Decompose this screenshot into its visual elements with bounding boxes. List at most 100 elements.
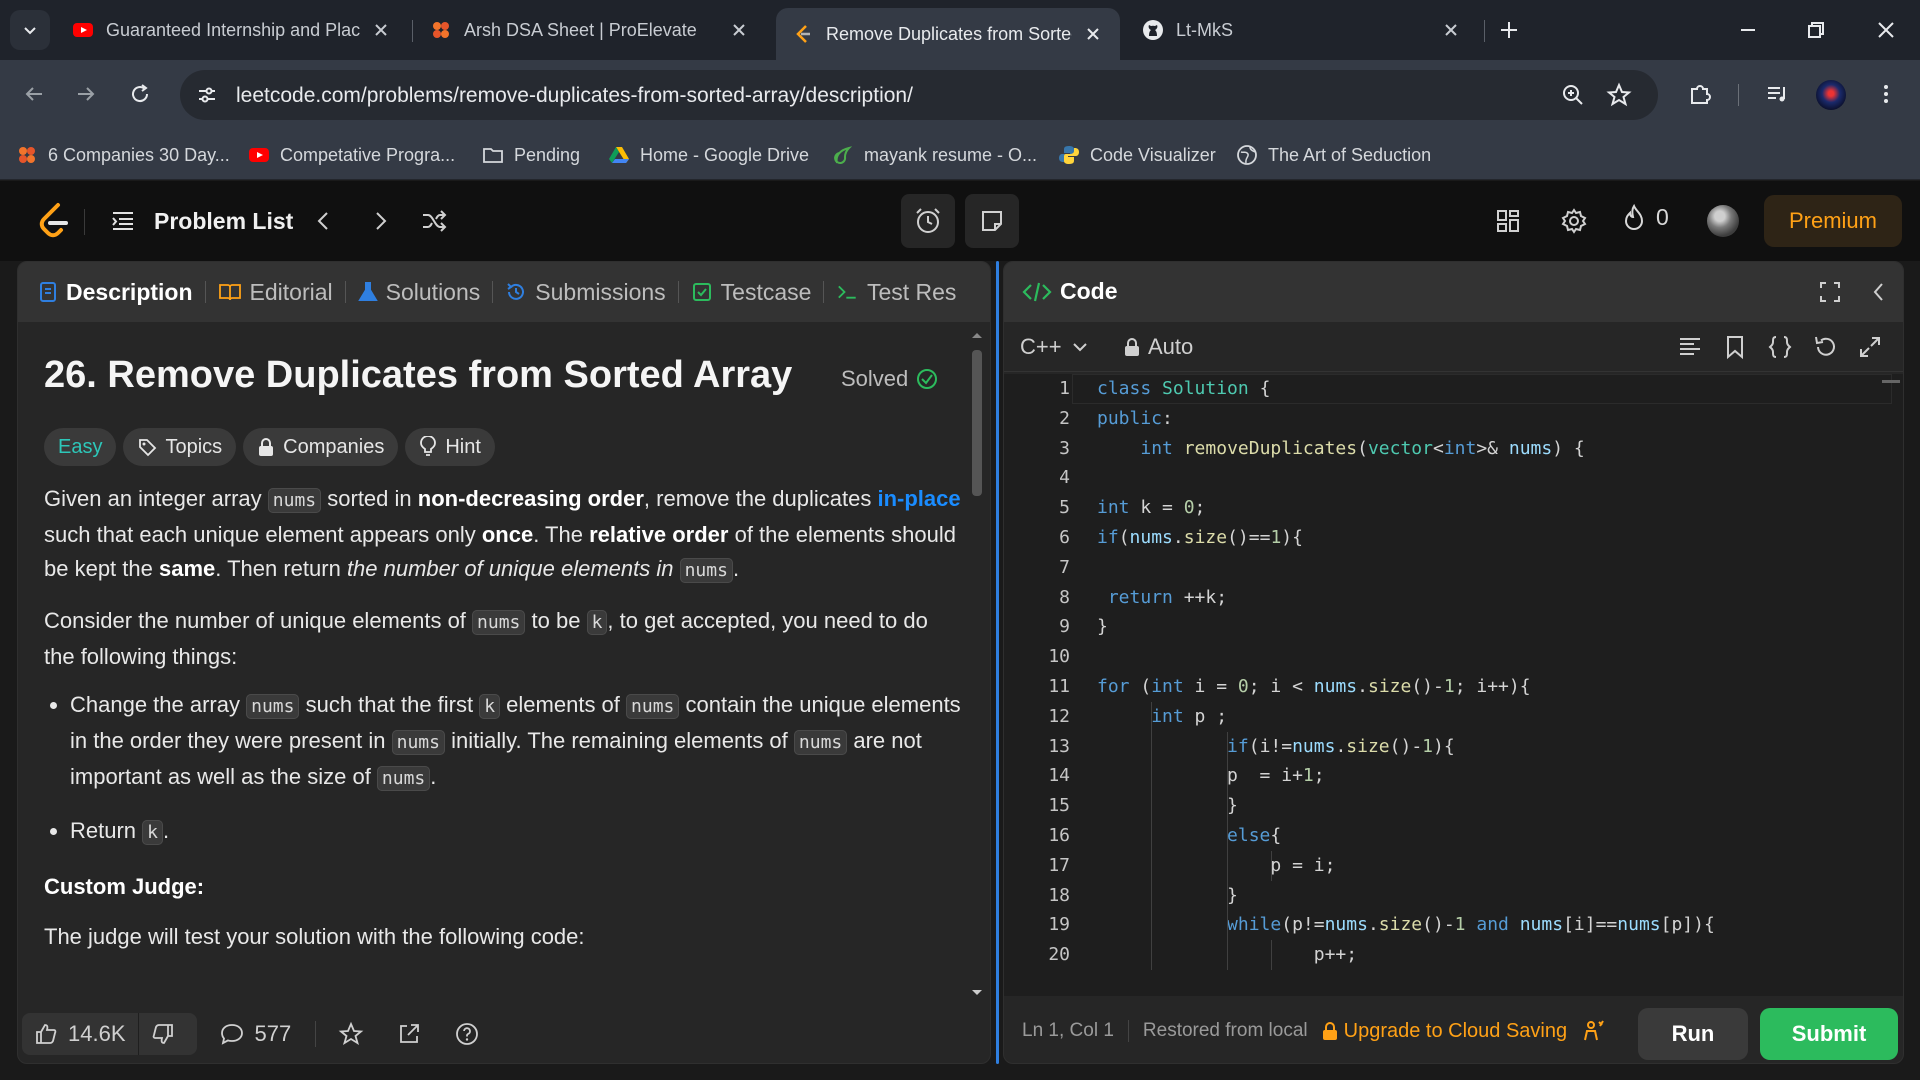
new-tab-icon[interactable] — [1493, 14, 1525, 46]
panel-resize-handle[interactable] — [996, 261, 999, 1064]
code-token: nums — [1129, 526, 1173, 548]
code-token: ( — [1118, 526, 1130, 548]
premium-button[interactable]: Premium — [1764, 195, 1902, 247]
prev-problem-button[interactable] — [306, 203, 342, 239]
companies-chip[interactable]: Companies — [243, 428, 399, 466]
next-problem-button[interactable] — [362, 203, 398, 239]
bookmark-item[interactable]: Code Visualizer — [1058, 142, 1216, 168]
difficulty-badge: Easy — [44, 428, 117, 466]
tab-submissions[interactable]: Submissions — [505, 279, 666, 306]
layout-button[interactable] — [1490, 203, 1526, 239]
close-icon[interactable] — [728, 19, 750, 41]
scroll-up-icon[interactable] — [968, 328, 986, 342]
in-place-link[interactable]: in-place — [877, 486, 960, 511]
share-button[interactable] — [396, 1021, 432, 1047]
user-avatar[interactable] — [1707, 205, 1739, 237]
site-info-icon[interactable] — [194, 82, 220, 108]
help-button[interactable] — [454, 1021, 490, 1047]
browser-tab-2[interactable]: Arsh DSA Sheet | ProElevate — [414, 8, 766, 52]
tab-testcase[interactable]: Testcase — [691, 278, 812, 306]
expand-icon[interactable] — [1857, 334, 1883, 360]
browser-tab-4[interactable]: Lt-MkS — [1126, 8, 1478, 52]
comments-button[interactable]: 577 — [219, 1021, 291, 1047]
tab-label: Description — [66, 278, 193, 305]
vote-box: 14.6K — [22, 1013, 197, 1055]
line-number: 13 — [1048, 735, 1070, 757]
settings-button[interactable] — [1556, 203, 1592, 239]
tab-editorial[interactable]: Editorial — [218, 279, 333, 306]
auto-mode-toggle[interactable]: Auto — [1124, 334, 1193, 360]
bookmark-star-icon[interactable] — [1606, 82, 1632, 108]
reload-button[interactable] — [122, 76, 158, 112]
upgrade-cloud-saving-link[interactable]: Upgrade to Cloud Saving — [1322, 1020, 1567, 1043]
toolbar-divider — [1738, 84, 1739, 106]
code-token: ()== — [1227, 526, 1271, 548]
language-select[interactable]: C++ — [1020, 334, 1090, 360]
hint-chip[interactable]: Hint — [405, 428, 495, 466]
scrollbar-thumb[interactable] — [972, 350, 982, 496]
problem-list-button[interactable]: Problem List — [110, 203, 293, 239]
restore-icon[interactable] — [1800, 14, 1832, 46]
browser-menu-button[interactable] — [1868, 76, 1904, 112]
format-icon[interactable] — [1677, 334, 1703, 360]
notes-button[interactable] — [965, 194, 1019, 248]
code-icon — [1022, 282, 1052, 301]
forward-button[interactable] — [68, 76, 104, 112]
tab-test-result[interactable]: Test Res — [836, 279, 956, 306]
code-token: nums — [1292, 735, 1336, 757]
close-window-icon[interactable] — [1870, 14, 1902, 46]
tab-solutions[interactable]: Solutions — [357, 279, 480, 306]
line-number: 14 — [1048, 765, 1070, 787]
bookmark-icon[interactable] — [1722, 334, 1748, 360]
reset-icon[interactable] — [1812, 334, 1838, 360]
collapse-icon[interactable] — [1867, 279, 1891, 305]
code-token: 1 — [1422, 735, 1434, 757]
streak-counter[interactable]: 0 — [1620, 203, 1669, 231]
bookmark-item[interactable]: mayank resume - O... — [832, 142, 1037, 168]
braces-icon[interactable] — [1767, 334, 1793, 360]
focus-mode-icon[interactable] — [1581, 1018, 1607, 1044]
bookmark-item[interactable]: The Art of Seduction — [1236, 142, 1431, 168]
description-panel: Description Editorial Solutions Submissi… — [17, 261, 991, 1064]
back-button[interactable] — [16, 76, 52, 112]
bookmark-item[interactable]: 6 Companies 30 Day... — [16, 142, 230, 168]
bookmark-item[interactable]: Pending — [482, 142, 580, 168]
close-icon[interactable] — [1082, 23, 1104, 45]
bookmark-item[interactable]: Competative Progra... — [248, 142, 455, 168]
code-token: int — [1443, 437, 1477, 459]
bookmark-item[interactable]: Home - Google Drive — [608, 142, 809, 168]
close-icon[interactable] — [370, 19, 392, 41]
favorite-button[interactable] — [338, 1021, 374, 1047]
minimize-icon[interactable] — [1732, 14, 1764, 46]
code-editor[interactable]: 1 2 3 4 5 6 7 8 9 10 11 12 13 14 15 16 17 18 19 20 class So… — [1004, 374, 1903, 996]
dislike-button[interactable] — [139, 1013, 197, 1055]
code-token: ; i < — [1248, 675, 1314, 697]
tab-label: Testcase — [720, 278, 812, 305]
random-problem-button[interactable] — [416, 203, 452, 239]
gear-icon — [1561, 208, 1587, 234]
close-icon[interactable] — [1440, 19, 1462, 41]
browser-tab-1[interactable]: Guaranteed Internship and Plac — [56, 8, 408, 52]
line-number: 20 — [1048, 944, 1070, 966]
media-control-button[interactable] — [1760, 76, 1796, 112]
like-button[interactable]: 14.6K — [22, 1013, 138, 1055]
browser-tab-3-active[interactable]: Remove Duplicates from Sorted — [776, 8, 1120, 60]
code-line: public: — [1097, 404, 1873, 434]
address-bar[interactable]: leetcode.com/problems/remove-duplicates-… — [180, 70, 1658, 120]
maximize-icon[interactable] — [1817, 279, 1843, 305]
timer-button[interactable] — [901, 194, 955, 248]
tab-search-button[interactable] — [10, 10, 50, 50]
zoom-icon[interactable] — [1560, 82, 1586, 108]
run-button[interactable]: Run — [1638, 1008, 1748, 1060]
statement-paragraph: Given an integer array nums sorted in no… — [44, 486, 961, 583]
profile-avatar[interactable] — [1816, 80, 1846, 110]
tab-description[interactable]: Description — [38, 279, 193, 306]
leetcode-logo-icon[interactable] — [36, 201, 72, 241]
problem-title[interactable]: 26. Remove Duplicates from Sorted Array — [44, 354, 792, 397]
submit-button[interactable]: Submit — [1760, 1008, 1898, 1060]
topics-chip[interactable]: Topics — [123, 428, 237, 466]
scroll-down-icon[interactable] — [968, 986, 986, 1000]
description-scrollbar[interactable] — [968, 328, 986, 1000]
code-content[interactable]: class Solution {public: int removeDuplic… — [1097, 374, 1873, 970]
extensions-button[interactable] — [1682, 76, 1718, 112]
